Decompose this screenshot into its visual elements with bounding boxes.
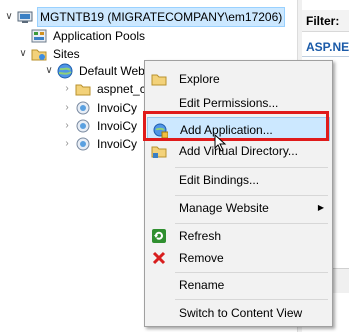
application-icon [75, 100, 91, 116]
mouse-pointer-icon [214, 133, 228, 152]
application-icon [75, 118, 91, 134]
menu-item-label: Add Virtual Directory... [179, 144, 298, 158]
menu-item-label: Edit Bindings... [179, 173, 260, 187]
menu-separator [175, 299, 328, 300]
tree-item-label: InvoiCy [97, 137, 138, 151]
tree-item-label: InvoiCy [97, 119, 138, 133]
tree-node-invoicy-2[interactable]: › InvoiCy [62, 117, 139, 135]
menu-item-switch-to-content-view[interactable]: Switch to Content View [147, 301, 330, 325]
application-pools-icon [31, 28, 47, 44]
menu-item-refresh[interactable]: Refresh [147, 224, 330, 248]
menu-item-label: Rename [179, 278, 225, 292]
refresh-icon [151, 228, 167, 244]
context-menu: Explore Edit Permissions... Add Applicat… [144, 60, 333, 327]
folder-icon [75, 81, 91, 97]
menu-item-explore[interactable]: Explore [147, 67, 330, 91]
asp-net-group-label: ASP.NET [306, 40, 349, 54]
sites-label: Sites [53, 47, 80, 61]
menu-item-manage-website[interactable]: Manage Website ▶ [147, 196, 330, 220]
menu-item-rename[interactable]: Rename [147, 273, 330, 297]
explore-icon [151, 71, 167, 87]
tree-node-sites[interactable]: ∨ Sites [18, 45, 82, 63]
menu-item-label: Manage Website [179, 201, 269, 215]
sites-folder-icon [31, 46, 47, 62]
globe-icon [57, 63, 73, 79]
menu-item-label: Refresh [179, 229, 222, 243]
divider [302, 56, 349, 57]
chevron-down-icon[interactable]: ∨ [4, 8, 14, 26]
chevron-right-icon[interactable]: › [62, 99, 72, 117]
remove-icon [151, 250, 167, 266]
tree-item-label: InvoiCy [97, 101, 138, 115]
menu-item-label: Remove [179, 251, 224, 265]
server-icon [17, 9, 33, 25]
chevron-down-icon[interactable]: ∨ [44, 62, 54, 80]
tree-node-application-pools[interactable]: Application Pools [31, 27, 147, 45]
tree-node-server[interactable]: ∨ MGTNTB19 (MIGRATECOMPANY\em17206) [4, 7, 286, 27]
tree-node-invoicy-1[interactable]: › InvoiCy [62, 99, 139, 117]
chevron-right-icon[interactable]: › [62, 80, 72, 98]
chevron-right-icon[interactable]: › [62, 117, 72, 135]
server-label: MGTNTB19 (MIGRATECOMPANY\em17206) [37, 7, 286, 27]
chevron-right-icon[interactable]: › [62, 135, 72, 153]
submenu-arrow-icon: ▶ [317, 203, 324, 212]
menu-item-remove[interactable]: Remove [147, 246, 330, 270]
menu-item-add-virtual-directory[interactable]: Add Virtual Directory... [147, 139, 330, 163]
menu-item-edit-bindings[interactable]: Edit Bindings... [147, 168, 330, 192]
tree-node-invoicy-3[interactable]: › InvoiCy [62, 135, 139, 153]
virtual-directory-icon [151, 143, 167, 159]
menu-item-label: Explore [179, 72, 220, 86]
highlight-box [143, 111, 329, 141]
application-icon [75, 136, 91, 152]
chevron-down-icon[interactable]: ∨ [18, 45, 28, 63]
application-pools-label: Application Pools [53, 29, 146, 43]
menu-item-label: Switch to Content View [179, 306, 303, 320]
filter-label: Filter: [302, 10, 349, 32]
